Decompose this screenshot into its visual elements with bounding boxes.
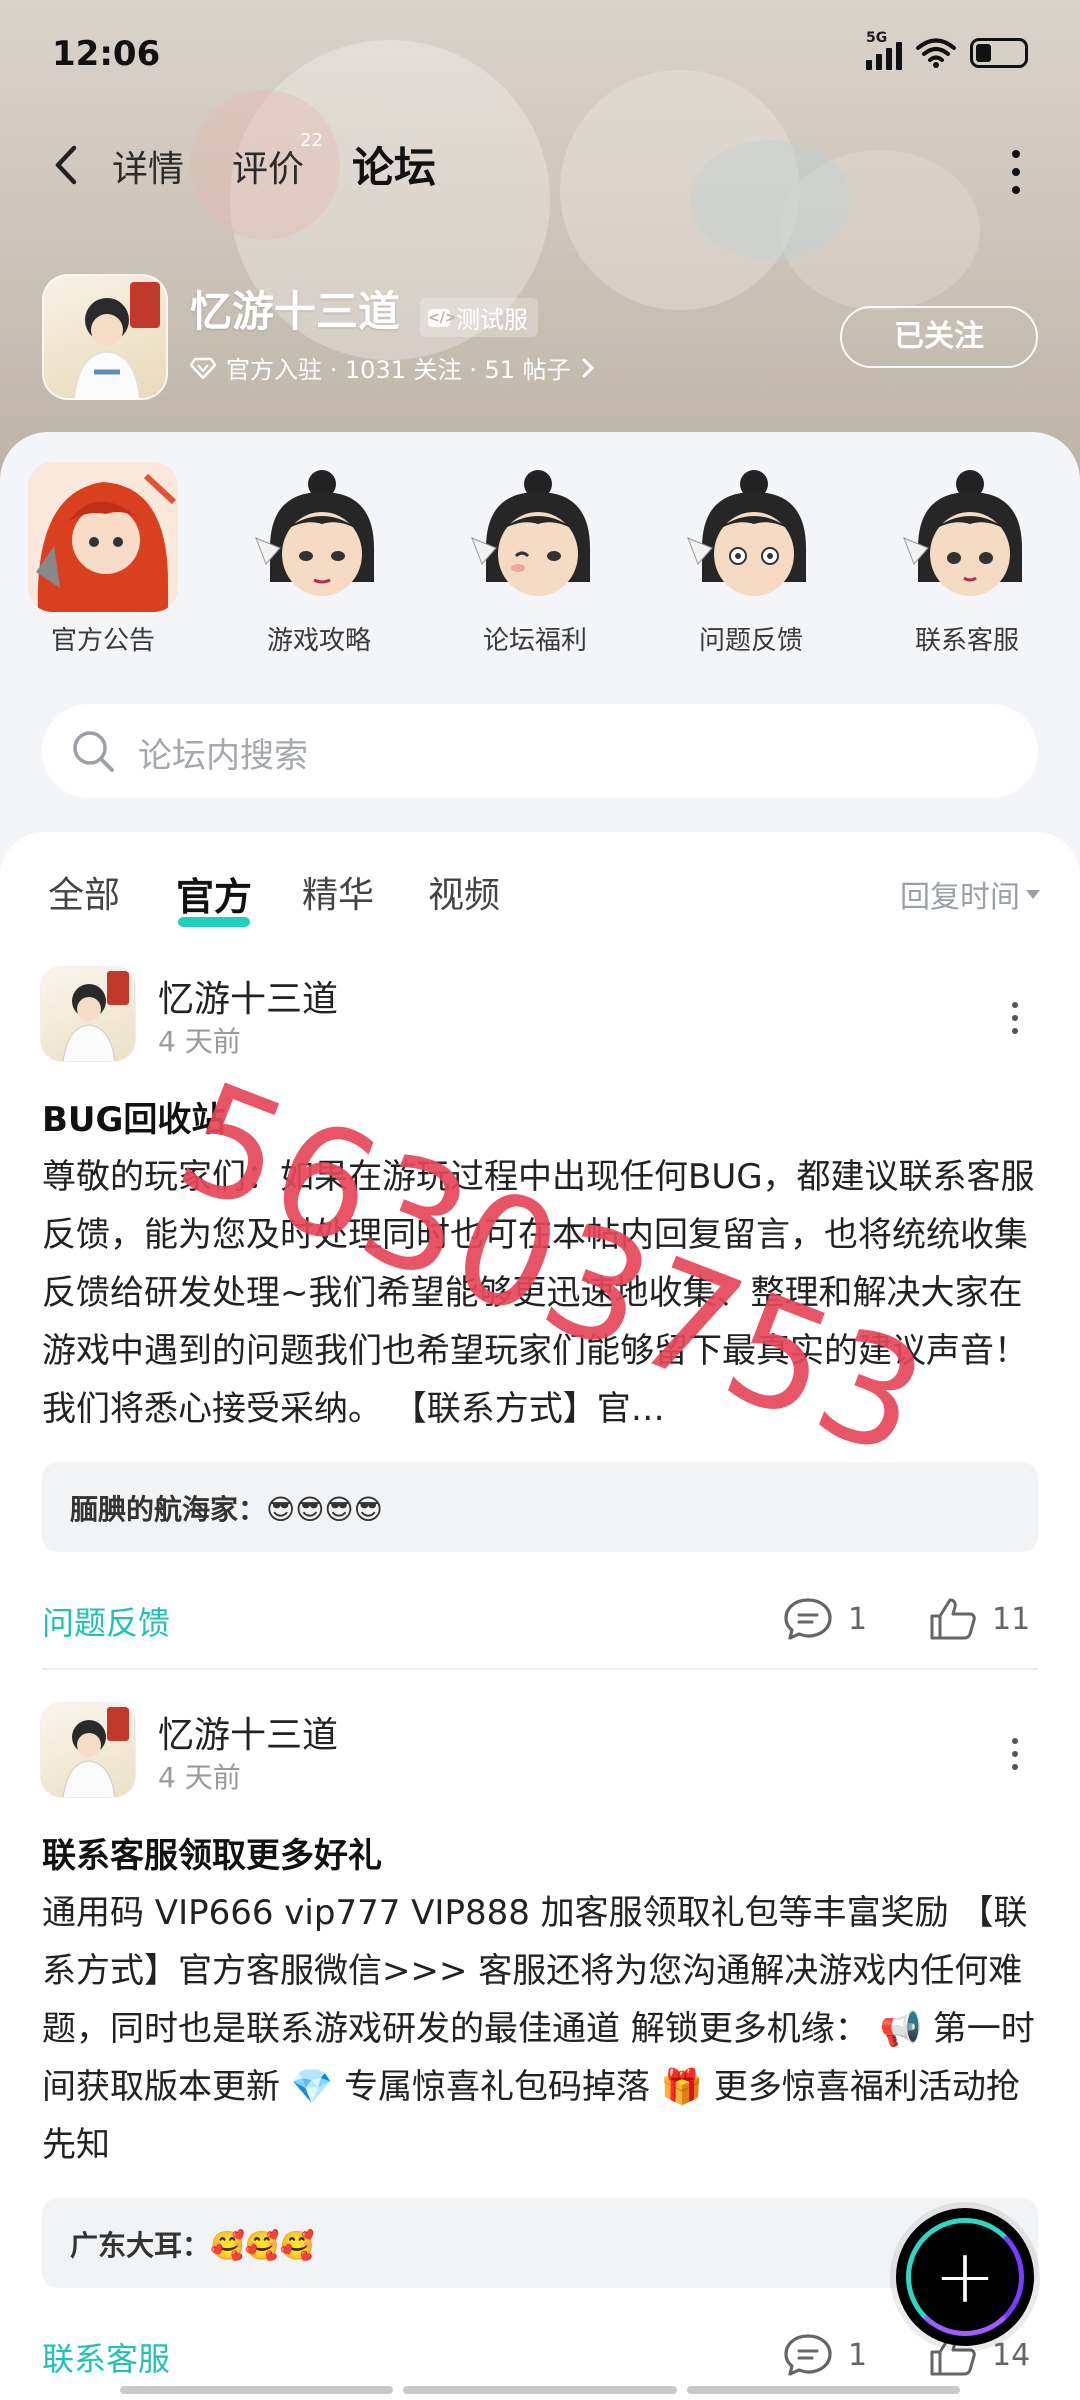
top-nav: 详情 评价 22 论坛 <box>0 130 1080 210</box>
shortcut-contact-service[interactable]: 联系客服 <box>882 462 1052 657</box>
test-server-badge: </> 测试服 <box>420 298 538 337</box>
forum-benefits-avatar <box>460 462 610 612</box>
back-arrow-icon[interactable] <box>46 140 86 190</box>
verified-diamond-icon <box>190 357 216 379</box>
like-stat[interactable]: 11 <box>928 1596 1030 1642</box>
tab-details[interactable]: 详情 <box>112 140 184 192</box>
tab-reviews[interactable]: 评价 <box>232 140 304 192</box>
forum-search-input[interactable]: 论坛内搜索 <box>42 704 1038 798</box>
game-icon[interactable] <box>42 274 168 400</box>
tab-forum[interactable]: 论坛 <box>349 134 439 195</box>
post-topic-tag[interactable]: 问题反馈 <box>42 1598 170 1644</box>
search-icon <box>73 731 114 772</box>
wifi-icon <box>916 38 956 68</box>
sort-label: 回复时间 <box>900 880 1020 915</box>
like-count: 14 <box>992 2337 1031 2373</box>
comment-icon <box>784 1598 832 1640</box>
filter-tab-featured[interactable]: 精华 <box>302 866 374 918</box>
reviews-count-badge: 22 <box>300 130 323 151</box>
shortcut-label: 官方公告 <box>50 626 155 656</box>
post-reply-preview[interactable]: 广东大耳：🥰🥰🥰 <box>42 2198 1038 2288</box>
official-notice-avatar <box>28 462 178 612</box>
filter-tab-video[interactable]: 视频 <box>428 866 500 918</box>
shortcut-label: 游戏攻略 <box>266 626 371 656</box>
code-icon: </> <box>428 308 457 327</box>
shortcut-game-guide[interactable]: 游戏攻略 <box>234 462 404 657</box>
comment-stat[interactable]: 1 <box>782 2332 867 2378</box>
comment-stat[interactable]: 1 <box>782 1596 867 1642</box>
like-count: 11 <box>992 1601 1031 1637</box>
post-more-icon[interactable] <box>1012 1002 1018 1034</box>
status-icons: 5G <box>866 30 1028 70</box>
search-placeholder: 论坛内搜索 <box>138 736 308 776</box>
reply-text: 😎😎😎😎 <box>266 1493 383 1526</box>
game-info: 忆游十三道 </> 测试服 官方入驻 · 1031 关注 · 51 帖子 已关注 <box>0 270 1080 410</box>
author-avatar[interactable] <box>40 966 136 1062</box>
post-author[interactable]: 忆游十三道 <box>158 970 338 1022</box>
shortcut-official-notice[interactable]: 官方公告 <box>18 462 188 657</box>
shortcut-label: 问题反馈 <box>698 626 803 656</box>
feed-filter-tabs: 全部 官方 精华 视频 回复时间 <box>0 832 1080 942</box>
game-title: 忆游十三道 <box>190 287 401 336</box>
sort-dropdown[interactable]: 回复时间 <box>900 872 1040 916</box>
author-avatar[interactable] <box>40 1702 136 1798</box>
status-time: 12:06 <box>52 34 161 74</box>
filter-tab-all[interactable]: 全部 <box>48 866 120 918</box>
post-more-icon[interactable] <box>1012 1738 1018 1770</box>
battery-icon <box>970 38 1028 68</box>
caret-down-icon <box>1026 889 1040 899</box>
forum-shortcuts: 官方公告 游戏攻略 论坛福利 问题反馈 联系客服 <box>0 462 1080 656</box>
post-body[interactable]: 通用码 VIP666 vip777 VIP888 加客服领取礼包等丰富奖励 【联… <box>42 1884 1042 2174</box>
chevron-right-icon <box>582 358 594 377</box>
reply-author: 广东大耳： <box>70 2229 211 2262</box>
signal-icon: 5G <box>866 30 902 70</box>
shortcut-label: 论坛福利 <box>482 626 587 656</box>
feedback-avatar <box>676 462 826 612</box>
post-footer: 联系客服 1 14 <box>0 2328 1080 2388</box>
shortcut-forum-benefits[interactable]: 论坛福利 <box>450 462 620 657</box>
follow-button[interactable]: 已关注 <box>840 306 1038 368</box>
shortcut-label: 联系客服 <box>914 626 1019 656</box>
reply-author: 腼腆的航海家： <box>70 1493 267 1526</box>
comment-count: 1 <box>848 2337 868 2373</box>
header-banner: 12:06 5G 详情 评价 22 论坛 忆游十三道 </> 测试服 官方入驻 … <box>0 0 1080 480</box>
reply-text: 🥰🥰🥰 <box>210 2229 315 2262</box>
new-post-button[interactable]: + <box>896 2208 1034 2346</box>
thumbs-up-icon <box>930 1598 976 1640</box>
game-meta-text: 官方入驻 · 1031 关注 · 51 帖子 <box>226 356 571 384</box>
contact-service-avatar <box>892 462 1042 612</box>
game-meta[interactable]: 官方入驻 · 1031 关注 · 51 帖子 <box>190 350 595 385</box>
status-bar: 12:06 5G <box>0 0 1080 110</box>
filter-tab-official[interactable]: 官方 <box>176 866 252 927</box>
post-time: 4 天前 <box>158 1761 241 1794</box>
shortcut-feedback[interactable]: 问题反馈 <box>666 462 836 657</box>
post-title[interactable]: 联系客服领取更多好礼 <box>42 1828 382 1877</box>
gesture-bar <box>120 2386 960 2394</box>
post-footer: 问题反馈 1 11 <box>0 1592 1080 1652</box>
post-feed: 全部 官方 精华 视频 回复时间 忆游十三道 4 天前 BUG回收站 尊敬的玩家… <box>0 832 1080 2400</box>
post-divider <box>42 1668 1038 1670</box>
more-menu-icon[interactable] <box>1012 150 1020 194</box>
post-topic-tag[interactable]: 联系客服 <box>42 2334 170 2380</box>
comment-icon <box>784 2334 832 2376</box>
comment-count: 1 <box>848 1601 868 1637</box>
network-label: 5G <box>866 30 888 46</box>
plus-icon: + <box>933 2234 996 2320</box>
game-guide-avatar <box>244 462 394 612</box>
forum-sheet: 官方公告 游戏攻略 论坛福利 问题反馈 联系客服 论坛内搜索 全部 官方 精华 … <box>0 432 1080 2400</box>
post-author[interactable]: 忆游十三道 <box>158 1706 338 1758</box>
